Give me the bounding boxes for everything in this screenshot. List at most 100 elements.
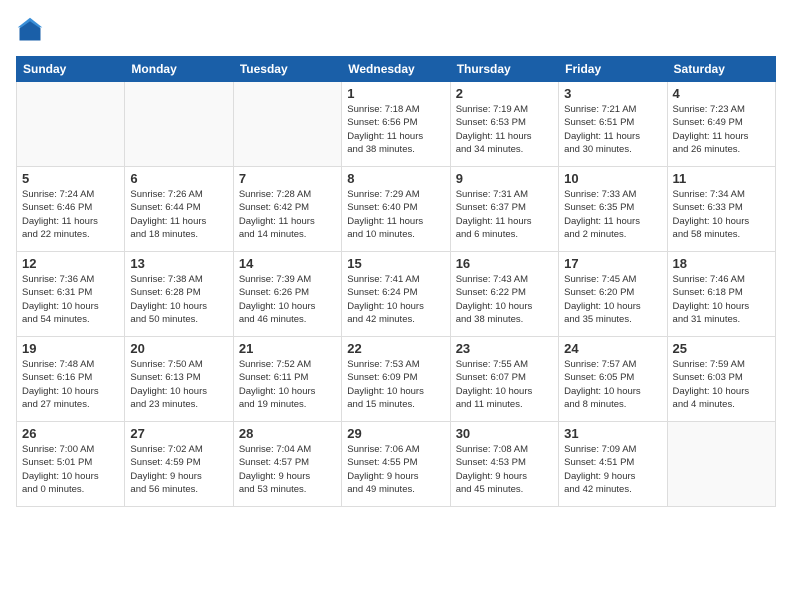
- day-cell: 16 Sunrise: 7:43 AM Sunset: 6:22 PM Dayli…: [450, 252, 558, 337]
- week-row-5: 26 Sunrise: 7:00 AM Sunset: 5:01 PM Dayli…: [17, 422, 776, 507]
- day-info: Sunrise: 7:26 AM Sunset: 6:44 PM Dayligh…: [130, 188, 227, 241]
- day-cell: 24 Sunrise: 7:57 AM Sunset: 6:05 PM Dayli…: [559, 337, 667, 422]
- day-number: 23: [456, 341, 553, 356]
- day-info: Sunrise: 7:55 AM Sunset: 6:07 PM Dayligh…: [456, 358, 553, 411]
- day-number: 11: [673, 171, 770, 186]
- day-number: 15: [347, 256, 444, 271]
- day-cell: 22 Sunrise: 7:53 AM Sunset: 6:09 PM Dayli…: [342, 337, 450, 422]
- day-cell: 9 Sunrise: 7:31 AM Sunset: 6:37 PM Daylig…: [450, 167, 558, 252]
- weekday-header-friday: Friday: [559, 57, 667, 82]
- day-info: Sunrise: 7:08 AM Sunset: 4:53 PM Dayligh…: [456, 443, 553, 496]
- day-number: 24: [564, 341, 661, 356]
- weekday-header-thursday: Thursday: [450, 57, 558, 82]
- day-number: 19: [22, 341, 119, 356]
- day-number: 8: [347, 171, 444, 186]
- day-number: 21: [239, 341, 336, 356]
- day-info: Sunrise: 7:29 AM Sunset: 6:40 PM Dayligh…: [347, 188, 444, 241]
- day-info: Sunrise: 7:19 AM Sunset: 6:53 PM Dayligh…: [456, 103, 553, 156]
- day-info: Sunrise: 7:48 AM Sunset: 6:16 PM Dayligh…: [22, 358, 119, 411]
- day-info: Sunrise: 7:53 AM Sunset: 6:09 PM Dayligh…: [347, 358, 444, 411]
- day-cell: 3 Sunrise: 7:21 AM Sunset: 6:51 PM Daylig…: [559, 82, 667, 167]
- day-number: 2: [456, 86, 553, 101]
- day-info: Sunrise: 7:45 AM Sunset: 6:20 PM Dayligh…: [564, 273, 661, 326]
- day-number: 26: [22, 426, 119, 441]
- day-cell: 31Sunrise: 7:09 AM Sunset: 4:51 PM Dayli…: [559, 422, 667, 507]
- weekday-header-tuesday: Tuesday: [233, 57, 341, 82]
- day-number: 9: [456, 171, 553, 186]
- day-info: Sunrise: 7:59 AM Sunset: 6:03 PM Dayligh…: [673, 358, 770, 411]
- day-cell: 30Sunrise: 7:08 AM Sunset: 4:53 PM Dayli…: [450, 422, 558, 507]
- day-info: Sunrise: 7:21 AM Sunset: 6:51 PM Dayligh…: [564, 103, 661, 156]
- day-info: Sunrise: 7:52 AM Sunset: 6:11 PM Dayligh…: [239, 358, 336, 411]
- day-cell: 29Sunrise: 7:06 AM Sunset: 4:55 PM Dayli…: [342, 422, 450, 507]
- day-number: 3: [564, 86, 661, 101]
- day-cell: 13 Sunrise: 7:38 AM Sunset: 6:28 PM Dayli…: [125, 252, 233, 337]
- day-cell: 25 Sunrise: 7:59 AM Sunset: 6:03 PM Dayli…: [667, 337, 775, 422]
- day-info: Sunrise: 7:34 AM Sunset: 6:33 PM Dayligh…: [673, 188, 770, 241]
- day-cell: 14 Sunrise: 7:39 AM Sunset: 6:26 PM Dayli…: [233, 252, 341, 337]
- day-info: Sunrise: 7:04 AM Sunset: 4:57 PM Dayligh…: [239, 443, 336, 496]
- day-number: 25: [673, 341, 770, 356]
- day-number: 13: [130, 256, 227, 271]
- day-number: 29: [347, 426, 444, 441]
- day-cell: 8 Sunrise: 7:29 AM Sunset: 6:40 PM Daylig…: [342, 167, 450, 252]
- weekday-header-monday: Monday: [125, 57, 233, 82]
- day-cell: 20Sunrise: 7:50 AM Sunset: 6:13 PM Dayli…: [125, 337, 233, 422]
- day-number: 4: [673, 86, 770, 101]
- day-cell: [667, 422, 775, 507]
- day-info: Sunrise: 7:31 AM Sunset: 6:37 PM Dayligh…: [456, 188, 553, 241]
- day-cell: [125, 82, 233, 167]
- day-number: 12: [22, 256, 119, 271]
- calendar: SundayMondayTuesdayWednesdayThursdayFrid…: [16, 56, 776, 507]
- day-number: 1: [347, 86, 444, 101]
- day-number: 17: [564, 256, 661, 271]
- logo-icon: [16, 16, 44, 44]
- week-row-3: 12 Sunrise: 7:36 AM Sunset: 6:31 PM Dayli…: [17, 252, 776, 337]
- day-info: Sunrise: 7:23 AM Sunset: 6:49 PM Dayligh…: [673, 103, 770, 156]
- day-cell: 26 Sunrise: 7:00 AM Sunset: 5:01 PM Dayli…: [17, 422, 125, 507]
- weekday-header-sunday: Sunday: [17, 57, 125, 82]
- day-cell: 5 Sunrise: 7:24 AM Sunset: 6:46 PM Daylig…: [17, 167, 125, 252]
- day-info: Sunrise: 7:46 AM Sunset: 6:18 PM Dayligh…: [673, 273, 770, 326]
- day-cell: 15 Sunrise: 7:41 AM Sunset: 6:24 PM Dayli…: [342, 252, 450, 337]
- day-number: 7: [239, 171, 336, 186]
- day-number: 14: [239, 256, 336, 271]
- day-number: 6: [130, 171, 227, 186]
- week-row-2: 5 Sunrise: 7:24 AM Sunset: 6:46 PM Daylig…: [17, 167, 776, 252]
- day-number: 28: [239, 426, 336, 441]
- week-row-4: 19 Sunrise: 7:48 AM Sunset: 6:16 PM Dayli…: [17, 337, 776, 422]
- day-info: Sunrise: 7:36 AM Sunset: 6:31 PM Dayligh…: [22, 273, 119, 326]
- day-number: 18: [673, 256, 770, 271]
- day-cell: [233, 82, 341, 167]
- day-info: Sunrise: 7:39 AM Sunset: 6:26 PM Dayligh…: [239, 273, 336, 326]
- day-info: Sunrise: 7:24 AM Sunset: 6:46 PM Dayligh…: [22, 188, 119, 241]
- day-number: 5: [22, 171, 119, 186]
- day-cell: 27 Sunrise: 7:02 AM Sunset: 4:59 PM Dayli…: [125, 422, 233, 507]
- day-cell: 7Sunrise: 7:28 AM Sunset: 6:42 PM Daylig…: [233, 167, 341, 252]
- day-number: 31: [564, 426, 661, 441]
- day-number: 16: [456, 256, 553, 271]
- day-cell: [17, 82, 125, 167]
- day-cell: 12 Sunrise: 7:36 AM Sunset: 6:31 PM Dayli…: [17, 252, 125, 337]
- logo: [16, 16, 48, 44]
- day-info: Sunrise: 7:00 AM Sunset: 5:01 PM Dayligh…: [22, 443, 119, 496]
- day-info: Sunrise: 7:18 AM Sunset: 6:56 PM Dayligh…: [347, 103, 444, 156]
- day-number: 10: [564, 171, 661, 186]
- day-cell: 19 Sunrise: 7:48 AM Sunset: 6:16 PM Dayli…: [17, 337, 125, 422]
- day-cell: 6 Sunrise: 7:26 AM Sunset: 6:44 PM Daylig…: [125, 167, 233, 252]
- page-header: [16, 16, 776, 44]
- day-cell: 11 Sunrise: 7:34 AM Sunset: 6:33 PM Dayli…: [667, 167, 775, 252]
- day-info: Sunrise: 7:57 AM Sunset: 6:05 PM Dayligh…: [564, 358, 661, 411]
- day-cell: 2 Sunrise: 7:19 AM Sunset: 6:53 PM Daylig…: [450, 82, 558, 167]
- day-info: Sunrise: 7:43 AM Sunset: 6:22 PM Dayligh…: [456, 273, 553, 326]
- day-number: 27: [130, 426, 227, 441]
- day-number: 22: [347, 341, 444, 356]
- day-number: 20: [130, 341, 227, 356]
- day-info: Sunrise: 7:02 AM Sunset: 4:59 PM Dayligh…: [130, 443, 227, 496]
- day-info: Sunrise: 7:38 AM Sunset: 6:28 PM Dayligh…: [130, 273, 227, 326]
- day-info: Sunrise: 7:41 AM Sunset: 6:24 PM Dayligh…: [347, 273, 444, 326]
- week-row-1: 1 Sunrise: 7:18 AM Sunset: 6:56 PM Daylig…: [17, 82, 776, 167]
- day-cell: 28 Sunrise: 7:04 AM Sunset: 4:57 PM Dayli…: [233, 422, 341, 507]
- day-cell: 4 Sunrise: 7:23 AM Sunset: 6:49 PM Daylig…: [667, 82, 775, 167]
- weekday-header-row: SundayMondayTuesdayWednesdayThursdayFrid…: [17, 57, 776, 82]
